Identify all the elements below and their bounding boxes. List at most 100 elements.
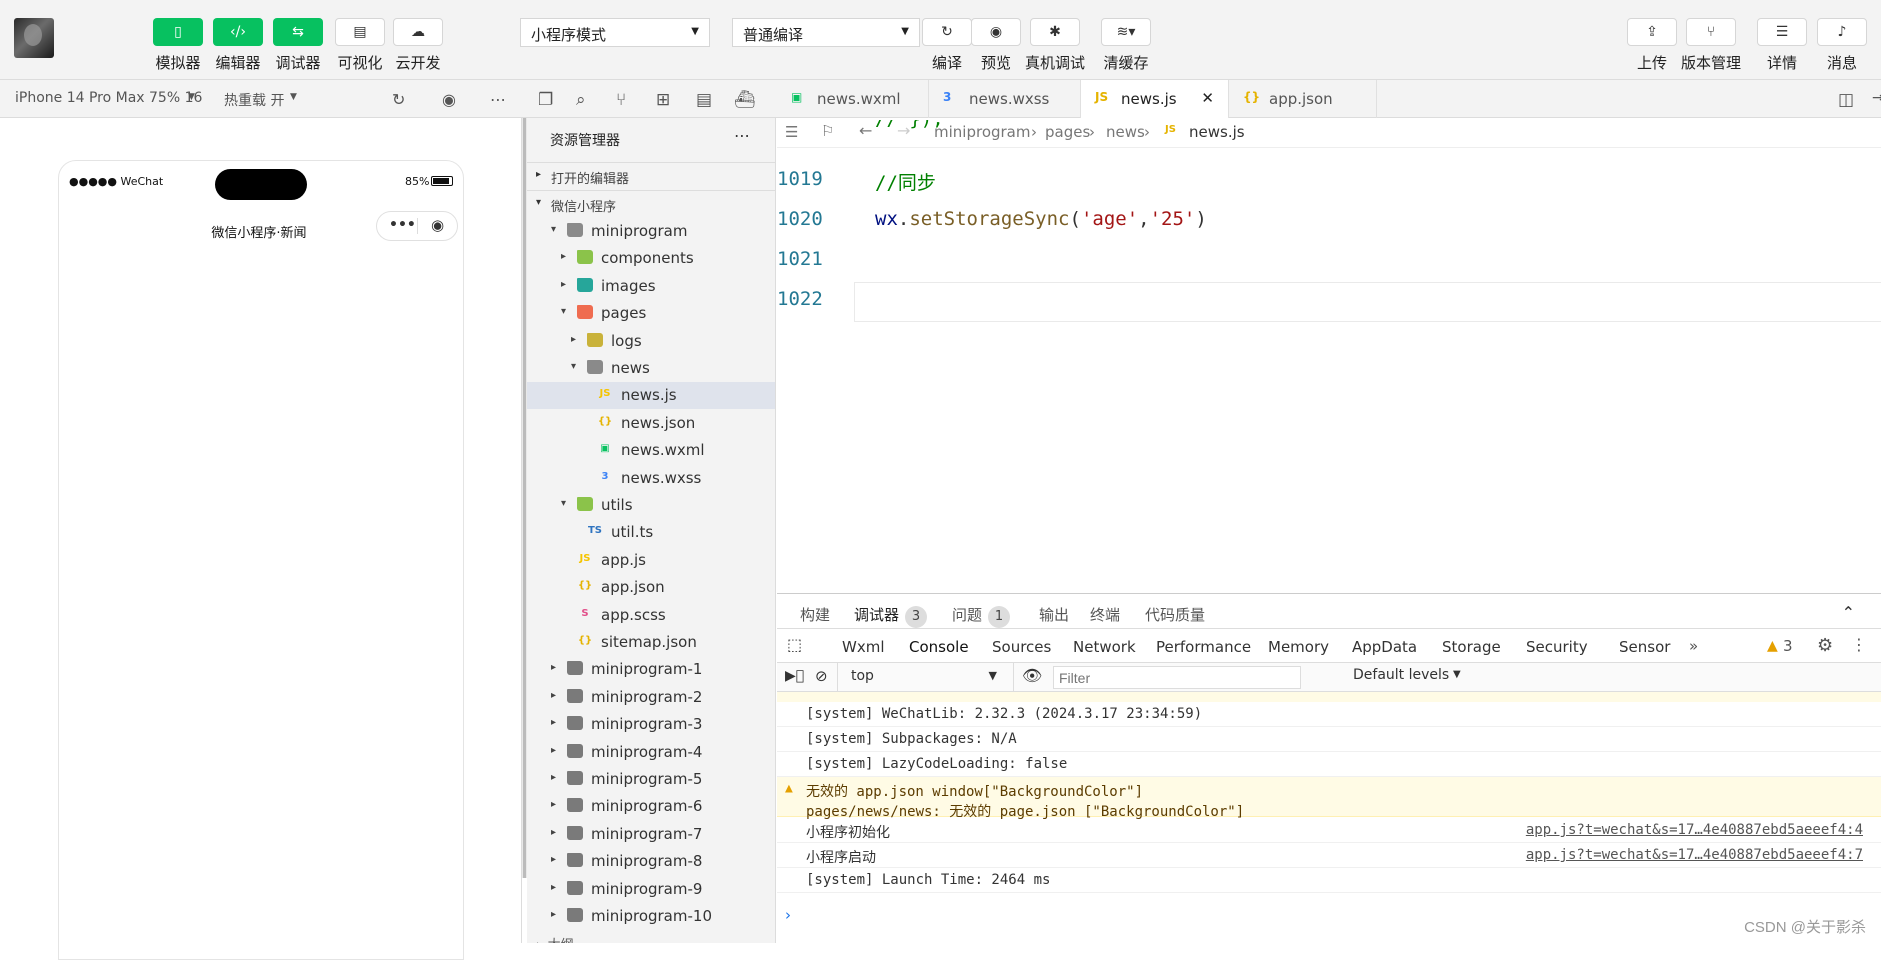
code-line[interactable]: 1019 //同步 bbox=[777, 160, 1881, 200]
tree-item[interactable]: JS app.js bbox=[527, 547, 775, 574]
tree-item[interactable]: Sapp.scss bbox=[527, 602, 775, 629]
visual-button[interactable]: ▤ 可视化 bbox=[334, 18, 386, 73]
warning-count[interactable]: 3 bbox=[1783, 637, 1793, 655]
compile-select[interactable]: 普通编译 ▼ bbox=[732, 18, 920, 47]
split-editor-icon[interactable]: ◫ bbox=[1838, 90, 1854, 110]
more-icon[interactable]: ⋯ bbox=[734, 126, 750, 145]
capsule-close-icon[interactable]: ◉ bbox=[431, 216, 444, 234]
tree-item[interactable]: ▾ miniprogram bbox=[527, 218, 775, 245]
upload-button[interactable]: ⇪ 上传 bbox=[1627, 18, 1677, 73]
clear-cache-button[interactable]: ≋▾ 清缓存 bbox=[1101, 18, 1151, 73]
tree-item[interactable]: ▸ miniprogram-4 bbox=[527, 739, 775, 766]
devtools-tab[interactable]: 代码质量 bbox=[1145, 604, 1205, 625]
mode-select[interactable]: 小程序模式 ▼ bbox=[520, 18, 710, 47]
avatar[interactable] bbox=[14, 18, 54, 58]
context-select[interactable]: top ▼ bbox=[843, 665, 1005, 689]
collapse-icon[interactable]: ⌃ bbox=[1842, 603, 1855, 622]
devtools-tab[interactable]: 终端 bbox=[1090, 604, 1120, 625]
tree-item[interactable]: {} sitemap.json bbox=[527, 629, 775, 656]
details-button[interactable]: ☰ 详情 bbox=[1757, 18, 1807, 73]
tree-item[interactable]: ▾ pages bbox=[527, 300, 775, 327]
tree-item[interactable]: ▸ miniprogram-9 bbox=[527, 876, 775, 903]
tree-item[interactable]: ▸ logs bbox=[527, 328, 775, 355]
eye-icon[interactable]: 👁 bbox=[1022, 666, 1042, 685]
tab-news-js[interactable]: JS news.js ✕ bbox=[1081, 80, 1229, 118]
tree-item[interactable]: ▸ miniprogram-2 bbox=[527, 684, 775, 711]
chrome-tab-wxml[interactable]: Wxml bbox=[842, 638, 885, 656]
docker-icon[interactable]: ⛴ bbox=[734, 90, 756, 110]
editor-button[interactable]: ‹/› 编辑器 bbox=[212, 18, 264, 73]
rotate-icon[interactable]: ↻ bbox=[392, 90, 405, 109]
search-icon[interactable]: ⌕ bbox=[576, 90, 586, 110]
more-vert-icon[interactable]: ⋮ bbox=[1851, 635, 1867, 654]
devtools-tab[interactable]: 调试器 3 bbox=[854, 604, 928, 628]
toolbar-label: 模拟器 bbox=[155, 54, 201, 72]
tab-app-json[interactable]: {} app.json bbox=[1229, 80, 1377, 118]
simulator-button[interactable]: ▯ 模拟器 bbox=[152, 18, 204, 73]
tree-item[interactable]: ▸ miniprogram-5 bbox=[527, 766, 775, 793]
log-source-link[interactable]: app.js?t=wechat&s=17…4e40887ebd5aeeef4:7 bbox=[1526, 847, 1863, 863]
capsule-menu[interactable]: ••• ◉ bbox=[376, 211, 458, 241]
sidebar-toggle-icon[interactable]: ▶⃞ bbox=[785, 668, 804, 684]
version-button[interactable]: ⑂ 版本管理 bbox=[1672, 18, 1750, 73]
code-line[interactable]: 1021 bbox=[777, 240, 1881, 280]
tree-item[interactable]: ▾ utils bbox=[527, 492, 775, 519]
hot-reload-toggle[interactable]: 热重载 开 bbox=[224, 90, 284, 110]
files-icon[interactable]: ❐ bbox=[538, 90, 553, 110]
levels-select[interactable]: Default levels bbox=[1353, 667, 1449, 683]
tree-item[interactable]: ▾ news bbox=[527, 355, 775, 382]
tree-item[interactable]: ▣ news.wxml bbox=[527, 437, 775, 464]
filter-input[interactable] bbox=[1053, 666, 1301, 689]
chrome-tab-performance[interactable]: Performance bbox=[1156, 638, 1251, 656]
chrome-tab-memory[interactable]: Memory bbox=[1268, 638, 1329, 656]
cloud-dev-button[interactable]: ☁ 云开发 bbox=[392, 18, 444, 73]
chrome-tab-console[interactable]: Console bbox=[909, 638, 969, 664]
chrome-tab-appdata[interactable]: AppData bbox=[1352, 638, 1417, 656]
git-icon[interactable]: ⑂ bbox=[616, 90, 626, 110]
remote-debug-button[interactable]: ✱ 真机调试 bbox=[1016, 18, 1094, 73]
tree-item[interactable]: ▸ miniprogram-1 bbox=[527, 656, 775, 683]
tree-item[interactable]: {} news.json bbox=[527, 410, 775, 437]
devtools-tab[interactable]: 输出 bbox=[1039, 604, 1069, 625]
stop-icon[interactable]: ◉ bbox=[442, 90, 456, 109]
tree-item[interactable]: 3 news.wxss bbox=[527, 465, 775, 492]
chrome-tab-sources[interactable]: Sources bbox=[992, 638, 1051, 656]
devtools-tab[interactable]: 构建 bbox=[800, 604, 830, 625]
tree-item[interactable]: ▸ images bbox=[527, 273, 775, 300]
tab-news-wxss[interactable]: 3 news.wxss bbox=[929, 80, 1081, 118]
messages-button[interactable]: ♪ 消息 bbox=[1817, 18, 1867, 73]
project-section[interactable]: ▾ 微信小程序 bbox=[527, 190, 775, 216]
preview-button[interactable]: ◉ 预览 bbox=[971, 18, 1021, 73]
settings-icon[interactable]: ⚙ bbox=[1817, 635, 1833, 656]
extensions-icon[interactable]: ⊞ bbox=[656, 90, 670, 110]
tree-item[interactable]: ▸ miniprogram-7 bbox=[527, 821, 775, 848]
chrome-tab-security[interactable]: Security bbox=[1526, 638, 1588, 656]
log-source-link[interactable]: app.js?t=wechat&s=17…4e40887ebd5aeeef4:4 bbox=[1526, 822, 1863, 838]
preview-panel-icon[interactable]: ▤ bbox=[696, 90, 712, 110]
chrome-tab-network[interactable]: Network bbox=[1073, 638, 1136, 656]
more-icon[interactable]: ⋯ bbox=[490, 90, 506, 109]
tree-item[interactable]: ▸ miniprogram-3 bbox=[527, 711, 775, 738]
debugger-button[interactable]: ⇆ 调试器 bbox=[272, 18, 324, 73]
tree-item[interactable]: JS news.js bbox=[527, 382, 775, 410]
more-tabs-icon[interactable]: » bbox=[1689, 637, 1698, 655]
tree-item[interactable]: ▸ components bbox=[527, 245, 775, 272]
devtools-tab[interactable]: 问题 1 bbox=[952, 604, 1011, 628]
capsule-more-icon[interactable]: ••• bbox=[389, 217, 416, 233]
chrome-tab-storage[interactable]: Storage bbox=[1442, 638, 1501, 656]
open-editors-section[interactable]: ▸ 打开的编辑器 bbox=[527, 162, 775, 188]
clear-console-icon[interactable]: ⊘ bbox=[815, 667, 828, 685]
tab-news-wxml[interactable]: ▣ news.wxml bbox=[777, 80, 929, 118]
tree-item[interactable]: ▸ miniprogram-6 bbox=[527, 793, 775, 820]
tree-item[interactable]: ▸ miniprogram-10 bbox=[527, 903, 775, 930]
tree-item[interactable]: TS util.ts bbox=[527, 519, 775, 546]
tree-item[interactable]: ▸ miniprogram-8 bbox=[527, 848, 775, 875]
code-line[interactable]: 1020 wx.setStorageSync('age','25') bbox=[777, 200, 1881, 240]
tree-item[interactable]: {} app.json bbox=[527, 574, 775, 601]
close-icon[interactable]: ✕ bbox=[1201, 89, 1214, 107]
device-select[interactable]: iPhone 14 Pro Max 75% 16 bbox=[15, 90, 202, 106]
inspect-icon[interactable]: ⬚ bbox=[787, 635, 802, 654]
more-actions-icon[interactable]: → bbox=[1872, 90, 1881, 106]
chrome-tab-sensor[interactable]: Sensor bbox=[1619, 638, 1670, 656]
compile-button[interactable]: ↻ 编译 bbox=[922, 18, 972, 73]
